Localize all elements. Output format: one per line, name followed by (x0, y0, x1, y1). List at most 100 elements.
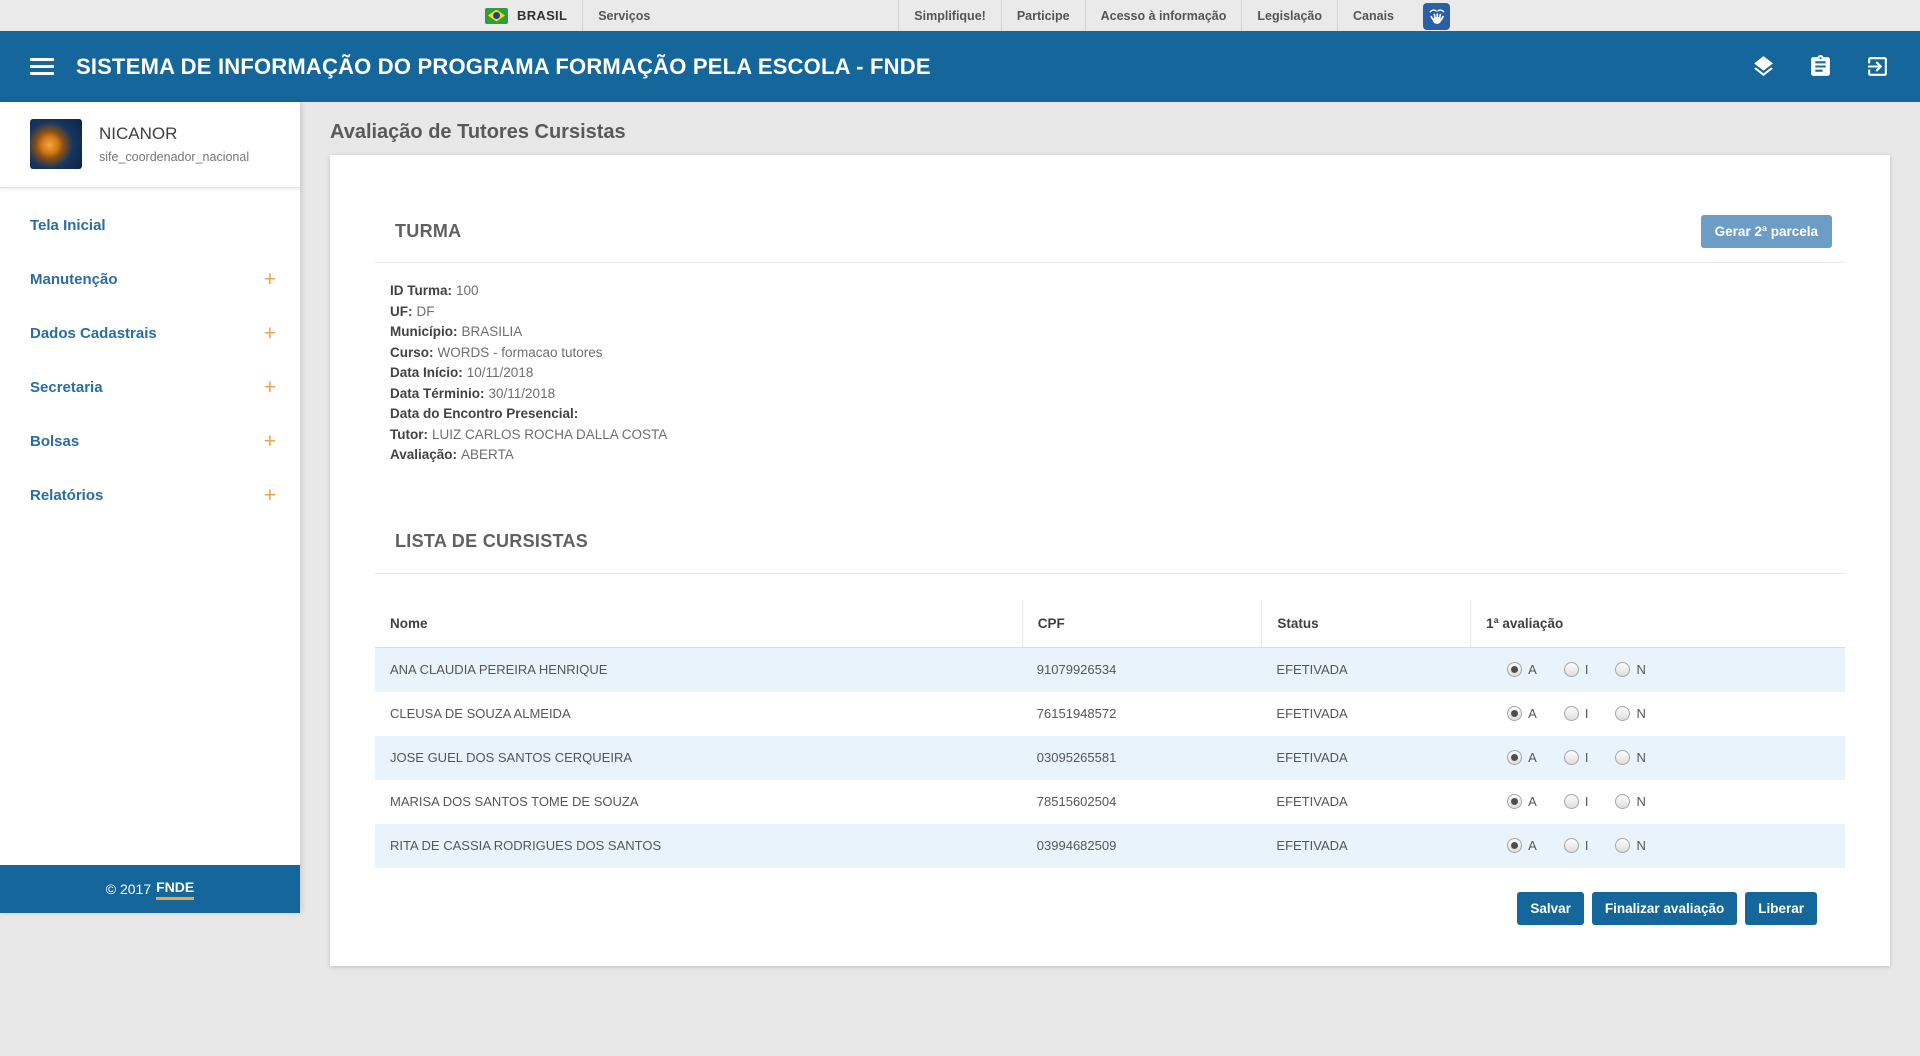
radio-button-icon[interactable] (1564, 706, 1579, 721)
radio-option-label: N (1636, 838, 1645, 853)
gov-link-acesso-informacao[interactable]: Acesso à informação (1086, 0, 1242, 31)
radio-button-icon[interactable] (1615, 750, 1630, 765)
gov-brand-label: BRASIL (517, 8, 567, 23)
finalizar-avaliacao-button[interactable]: Finalizar avaliação (1592, 892, 1737, 925)
radio-button-icon[interactable] (1507, 794, 1522, 809)
expand-plus-icon[interactable]: + (264, 485, 276, 506)
radio-button-icon[interactable] (1564, 662, 1579, 677)
page-title: Avaliação de Tutores Cursistas (330, 121, 1920, 144)
turma-field: Município:BRASILIA (390, 322, 1845, 343)
radio-avaliacao-a[interactable]: A (1507, 750, 1537, 765)
sidebar-item-bolsas[interactable]: Bolsas+ (0, 414, 300, 468)
sidebar-item-relatórios[interactable]: Relatórios+ (0, 468, 300, 522)
gov-link-canais[interactable]: Canais (1338, 0, 1409, 31)
user-role: sife_coordenador_nacional (99, 150, 249, 164)
radio-avaliacao-n[interactable]: N (1615, 750, 1645, 765)
menu-hamburger-icon[interactable] (30, 58, 54, 75)
app-header: SISTEMA DE INFORMAÇÃO DO PROGRAMA FORMAÇ… (0, 31, 1920, 102)
sidebar-item-manutenção[interactable]: Manutenção+ (0, 252, 300, 306)
copyright-text: © 2017 (106, 881, 151, 897)
avaliacao-radio-group: AIN (1470, 838, 1845, 853)
column-header-cpf: CPF (1022, 600, 1262, 647)
column-header-nome: Nome (375, 600, 1022, 647)
gov-link-servicos[interactable]: Serviços (583, 0, 665, 31)
radio-button-icon[interactable] (1507, 838, 1522, 853)
radio-avaliacao-n[interactable]: N (1615, 662, 1645, 677)
layers-icon[interactable] (1751, 54, 1776, 79)
radio-avaliacao-n[interactable]: N (1615, 706, 1645, 721)
gov-brand-brasil[interactable]: BRASIL (470, 0, 582, 31)
cursista-nome: MARISA DOS SANTOS TOME DE SOUZA (375, 794, 1022, 809)
gov-link-participe[interactable]: Participe (1002, 0, 1085, 31)
radio-button-icon[interactable] (1615, 662, 1630, 677)
radio-option-label: A (1528, 662, 1537, 677)
logout-icon[interactable] (1865, 54, 1890, 79)
field-value: 30/11/2018 (489, 386, 556, 401)
gov-link-simplifique[interactable]: Simplifique! (899, 0, 1001, 31)
radio-button-icon[interactable] (1507, 706, 1522, 721)
radio-button-icon[interactable] (1564, 750, 1579, 765)
radio-button-icon[interactable] (1507, 750, 1522, 765)
turma-field: Data Términio: 30/11/2018 (390, 384, 1845, 405)
expand-plus-icon[interactable]: + (264, 431, 276, 452)
radio-avaliacao-i[interactable]: I (1564, 706, 1589, 721)
turma-section-title: TURMA (395, 221, 462, 242)
clipboard-icon[interactable] (1808, 54, 1833, 79)
radio-option-label: I (1585, 838, 1589, 853)
brazil-flag-icon (485, 8, 508, 24)
field-value: BRASILIA (462, 324, 523, 339)
radio-avaliacao-a[interactable]: A (1507, 706, 1537, 721)
radio-option-label: I (1585, 662, 1589, 677)
field-value: 100 (456, 283, 479, 298)
avaliacao-radio-group: AIN (1470, 706, 1845, 721)
field-label: Data Términio: (390, 386, 485, 401)
cursista-nome: CLEUSA DE SOUZA ALMEIDA (375, 706, 1022, 721)
sidebar-item-secretaria[interactable]: Secretaria+ (0, 360, 300, 414)
radio-button-icon[interactable] (1564, 794, 1579, 809)
liberar-button[interactable]: Liberar (1745, 892, 1817, 925)
radio-avaliacao-i[interactable]: I (1564, 750, 1589, 765)
radio-avaliacao-i[interactable]: I (1564, 838, 1589, 853)
gov-link-legislacao[interactable]: Legislação (1242, 0, 1337, 31)
radio-button-icon[interactable] (1564, 838, 1579, 853)
radio-avaliacao-a[interactable]: A (1507, 838, 1537, 853)
sidebar-item-dados-cadastrais[interactable]: Dados Cadastrais + (0, 306, 300, 360)
radio-button-icon[interactable] (1615, 838, 1630, 853)
avaliacao-radio-group: AIN (1470, 662, 1845, 677)
sidebar-footer: © 2017 FNDE (0, 865, 300, 913)
gov-bar: BRASIL Serviços Simplifique! Participe A… (0, 0, 1920, 31)
radio-button-icon[interactable] (1615, 706, 1630, 721)
sidebar-item-label: Dados Cadastrais (30, 325, 157, 342)
cursista-cpf: 91079926534 (1022, 662, 1262, 677)
radio-option-label: I (1585, 794, 1589, 809)
radio-button-icon[interactable] (1615, 794, 1630, 809)
table-row: JOSE GUEL DOS SANTOS CERQUEIRA0309526558… (375, 736, 1845, 780)
vlibras-hands-icon[interactable] (1423, 3, 1450, 30)
salvar-button[interactable]: Salvar (1517, 892, 1584, 925)
turma-field: Data do Encontro Presencial: (390, 404, 1845, 425)
radio-avaliacao-i[interactable]: I (1564, 662, 1589, 677)
content-card: TURMA Gerar 2ª parcela ID Turma:100UF:DF… (330, 155, 1890, 966)
radio-avaliacao-a[interactable]: A (1507, 794, 1537, 809)
expand-plus-icon[interactable]: + (264, 269, 276, 290)
expand-plus-icon[interactable]: + (264, 377, 276, 398)
gerar-parcela-button[interactable]: Gerar 2ª parcela (1701, 215, 1832, 248)
table-row: MARISA DOS SANTOS TOME DE SOUZA785156025… (375, 780, 1845, 824)
radio-button-icon[interactable] (1507, 662, 1522, 677)
fnde-link[interactable]: FNDE (156, 879, 194, 900)
radio-avaliacao-a[interactable]: A (1507, 662, 1537, 677)
column-header-status: Status (1261, 600, 1470, 647)
field-label: Data Início: (390, 365, 463, 380)
radio-avaliacao-n[interactable]: N (1615, 794, 1645, 809)
radio-avaliacao-i[interactable]: I (1564, 794, 1589, 809)
expand-plus-icon[interactable]: + (264, 323, 276, 344)
radio-avaliacao-n[interactable]: N (1615, 838, 1645, 853)
field-label: ID Turma: (390, 283, 452, 298)
sidebar: NICANOR sife_coordenador_nacional Tela I… (0, 102, 300, 913)
table-row: CLEUSA DE SOUZA ALMEIDA76151948572EFETIV… (375, 692, 1845, 736)
radio-option-label: A (1528, 838, 1537, 853)
radio-option-label: N (1636, 662, 1645, 677)
cursista-nome: ANA CLAUDIA PEREIRA HENRIQUE (375, 662, 1022, 677)
sidebar-item-tela-inicial[interactable]: Tela Inicial (0, 198, 300, 252)
cursista-nome: JOSE GUEL DOS SANTOS CERQUEIRA (375, 750, 1022, 765)
